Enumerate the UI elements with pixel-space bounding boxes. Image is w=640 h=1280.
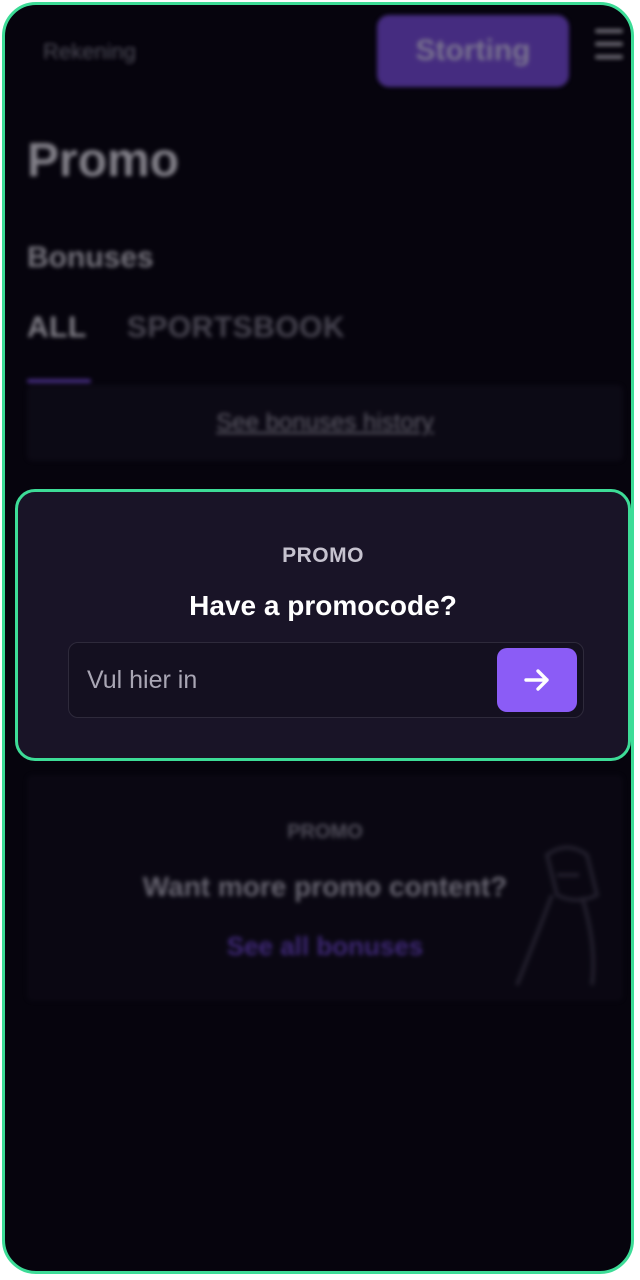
arrow-right-icon bbox=[524, 669, 549, 691]
section-title: Bonuses bbox=[27, 241, 154, 274]
promocode-submit-button[interactable] bbox=[497, 648, 577, 712]
hamburger-menu-icon[interactable] bbox=[595, 29, 623, 59]
active-tab-indicator bbox=[27, 379, 91, 383]
bonus-tabs: ALL SPORTSBOOK bbox=[27, 311, 345, 345]
bonus-history-bar: See bonuses history bbox=[27, 385, 623, 461]
page-title: Promo bbox=[27, 134, 180, 187]
mascot-icon bbox=[515, 845, 600, 986]
phone-frame: Rekening Storting Promo Bonuses ALL SPOR… bbox=[2, 2, 634, 1274]
promo-label: PROMO bbox=[282, 544, 364, 567]
promocode-card: PROMO Have a promocode? bbox=[15, 489, 631, 761]
tab-sportsbook[interactable]: SPORTSBOOK bbox=[127, 311, 345, 345]
tab-all[interactable]: ALL bbox=[27, 311, 87, 345]
account-link[interactable]: Rekening bbox=[43, 39, 136, 65]
more-promo-card: PROMO Want more promo content? See all b… bbox=[27, 775, 623, 1001]
promocode-input-group bbox=[68, 642, 584, 718]
bonus-history-link[interactable]: See bonuses history bbox=[216, 409, 433, 437]
promocode-heading: Have a promocode? bbox=[189, 590, 457, 621]
promocode-input[interactable] bbox=[69, 643, 489, 717]
deposit-button[interactable]: Storting bbox=[377, 15, 569, 87]
